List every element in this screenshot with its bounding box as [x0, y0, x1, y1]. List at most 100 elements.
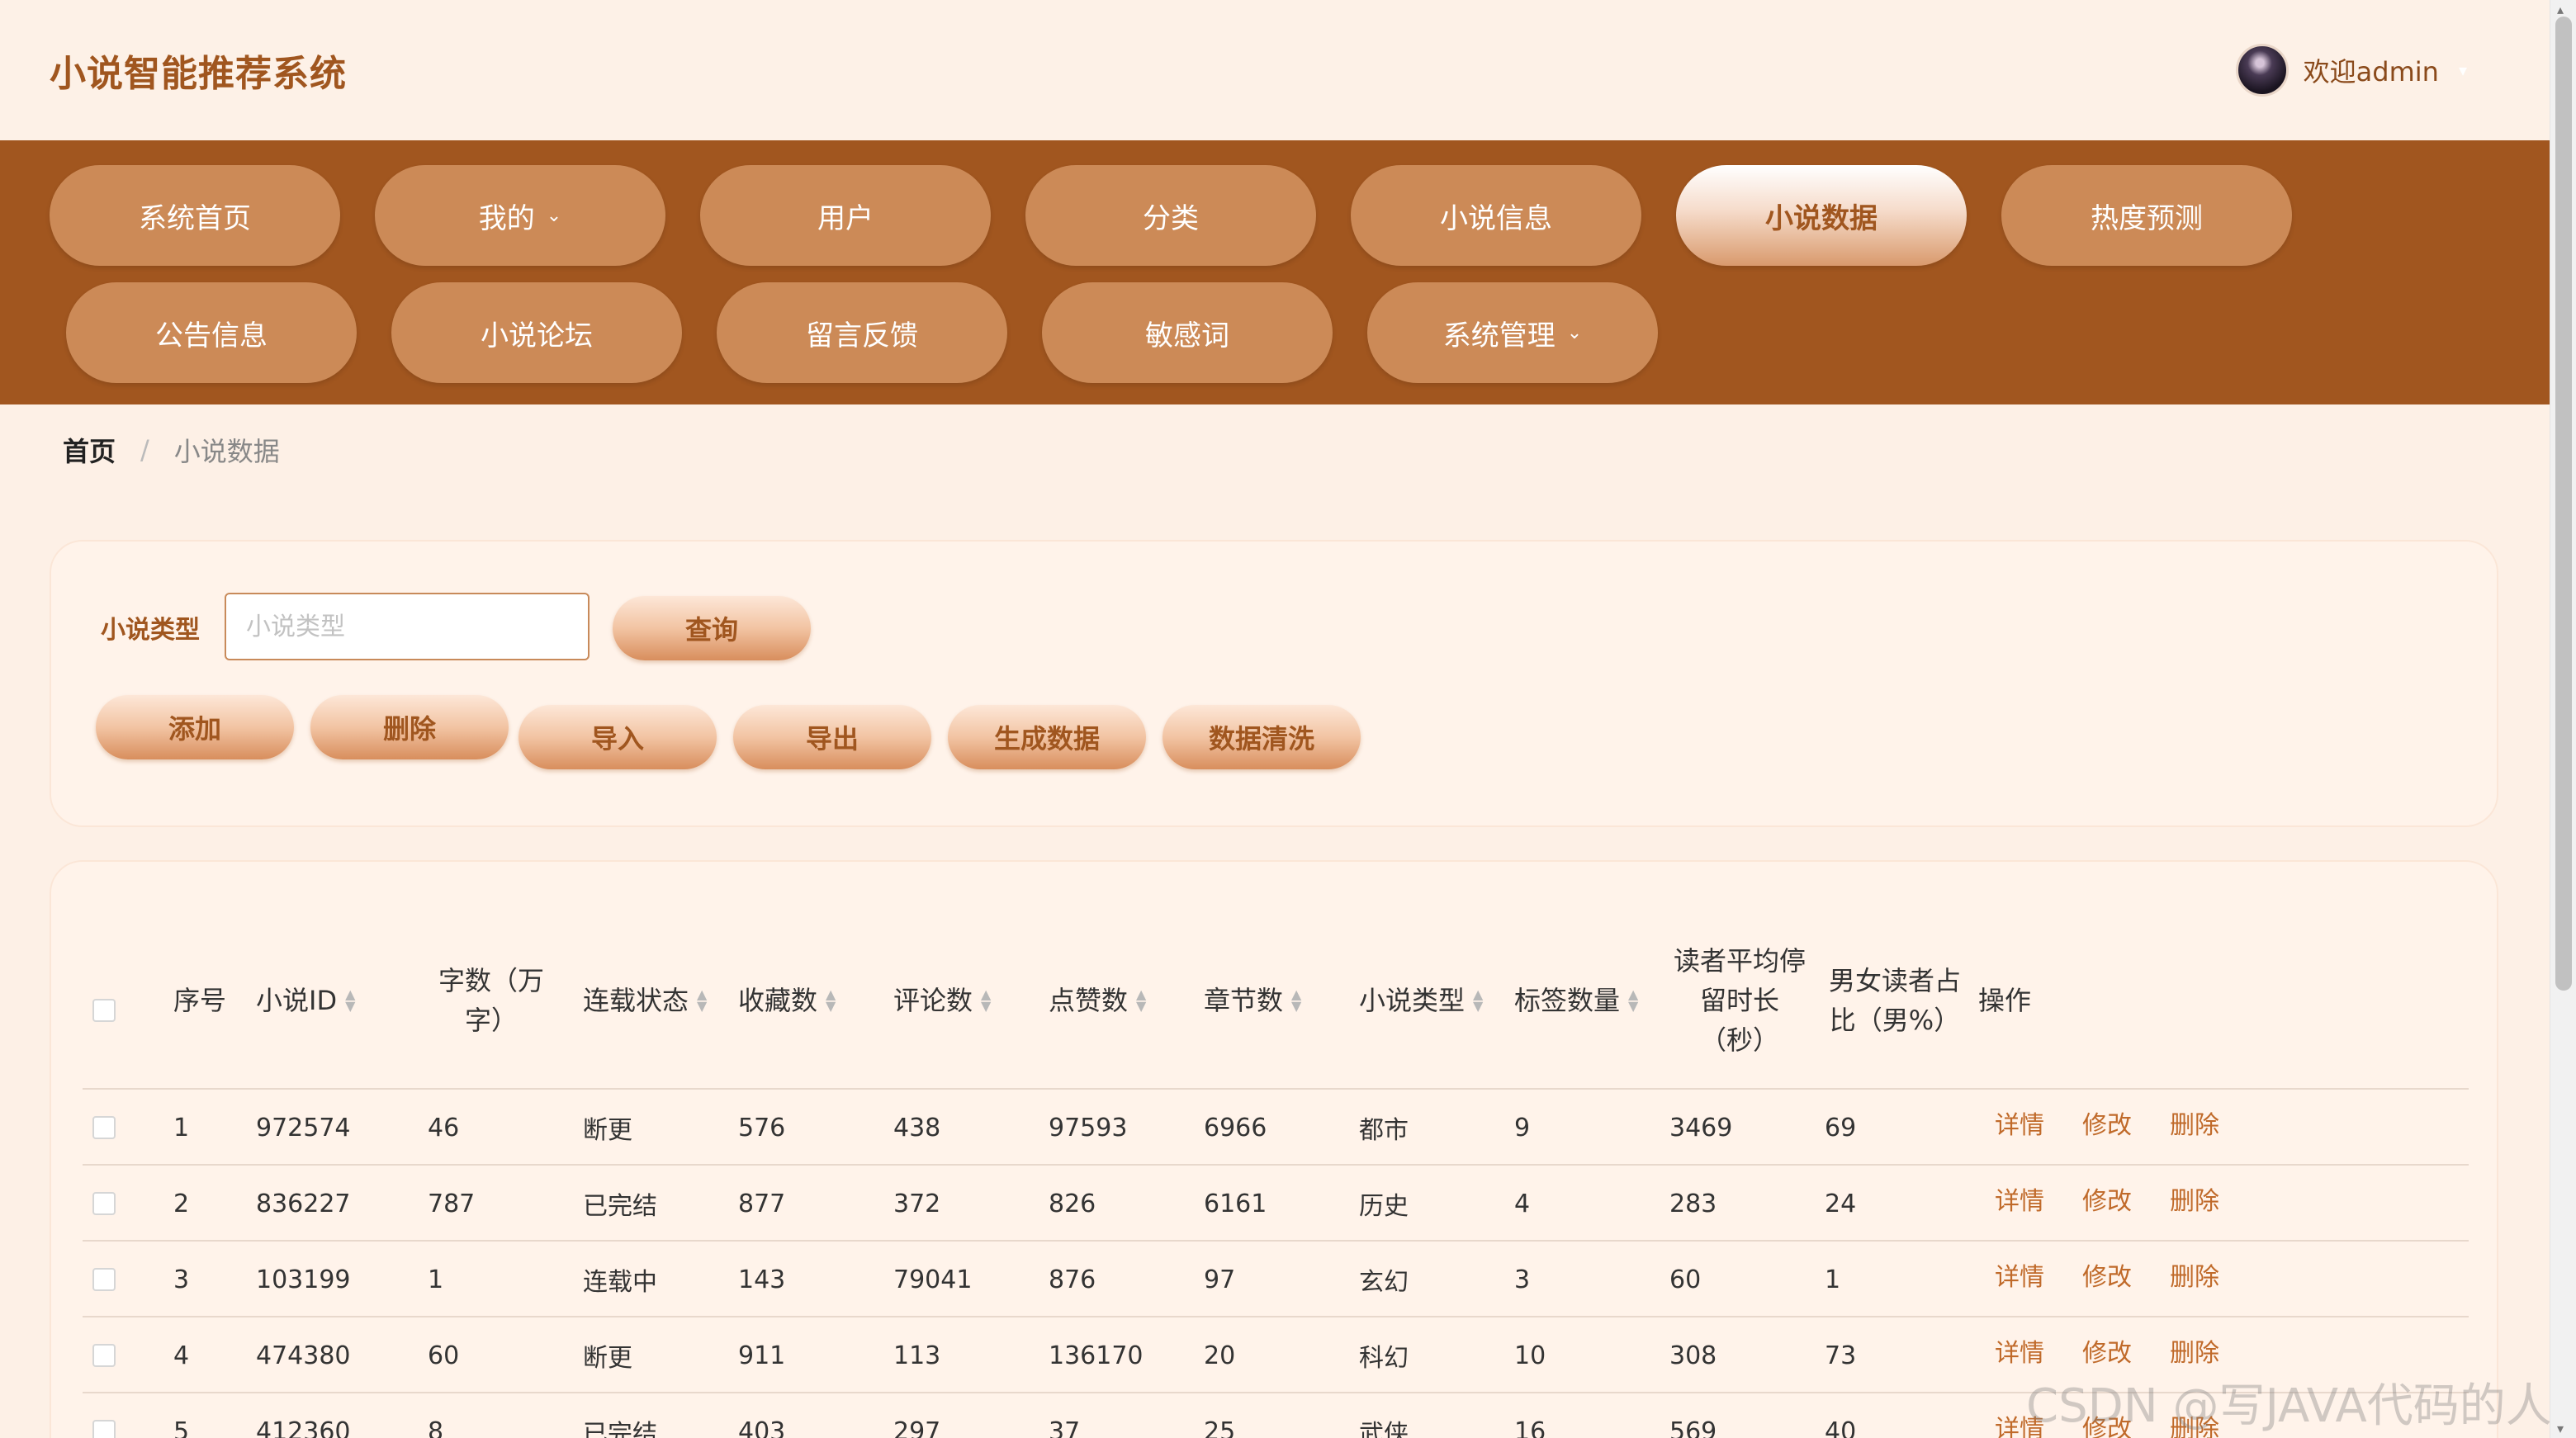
scroll-up-icon[interactable]: ▴ — [2557, 2, 2564, 17]
nav-item-users[interactable]: 用户 — [700, 165, 991, 266]
cell-avg-stay: 60 — [1669, 1265, 1702, 1294]
col-novel-id[interactable]: 小说ID ▲ ▼ — [256, 911, 355, 1090]
cell-comments: 79041 — [893, 1265, 973, 1294]
cell-novel-id: 836227 — [256, 1189, 351, 1218]
search-panel: 小说类型 查询 添加 删除 导入 导出 生成数据 数据清洗 — [50, 540, 2498, 827]
col-label: 字数（万字） — [438, 965, 544, 1036]
avatar[interactable] — [2235, 44, 2289, 97]
col-label: 章节数 — [1204, 985, 1284, 1016]
detail-link[interactable]: 详情 — [1995, 1085, 2044, 1161]
nav-item-novel-data[interactable]: 小说数据 — [1676, 165, 1967, 266]
cell-chapters: 6966 — [1204, 1113, 1267, 1142]
cell-chapters: 97 — [1204, 1265, 1236, 1294]
cell-word-count: 60 — [428, 1341, 460, 1370]
sort-icon[interactable]: ▲ ▼ — [345, 988, 355, 1013]
col-type[interactable]: 小说类型 ▲ ▼ — [1359, 911, 1483, 1090]
nav-item-novel-info[interactable]: 小说信息 — [1351, 165, 1641, 266]
cell-likes: 826 — [1049, 1189, 1096, 1218]
edit-link[interactable]: 修改 — [2082, 1313, 2132, 1388]
select-all-checkbox[interactable] — [92, 999, 116, 1022]
nav-item-system-management[interactable]: 系统管理 ⌄ — [1367, 282, 1658, 383]
detail-link[interactable]: 详情 — [1995, 1388, 2044, 1438]
breadcrumb: 首页 / 小说数据 — [63, 429, 280, 471]
row-checkbox[interactable] — [92, 1268, 116, 1291]
nav-item-feedback[interactable]: 留言反馈 — [717, 282, 1007, 383]
vertical-scrollbar[interactable]: ▴ ▾ — [2550, 0, 2576, 1438]
cell-chapters: 25 — [1204, 1417, 1236, 1438]
export-button[interactable]: 导出 — [733, 705, 931, 769]
col-label: 收藏数 — [738, 985, 818, 1016]
table-row: 1 972574 46 断更 576 438 97593 6966 都市 9 3… — [83, 1090, 2469, 1166]
col-likes[interactable]: 点赞数 ▲ ▼ — [1049, 911, 1146, 1090]
sort-icon[interactable]: ▲ ▼ — [1628, 988, 1638, 1013]
cell-index: 1 — [173, 1113, 190, 1142]
delete-button[interactable]: 删除 — [310, 695, 509, 759]
scroll-thumb[interactable] — [2555, 17, 2572, 991]
delete-link[interactable]: 删除 — [2170, 1161, 2219, 1237]
cell-word-count: 1 — [428, 1265, 444, 1294]
edit-link[interactable]: 修改 — [2082, 1237, 2132, 1313]
edit-link[interactable]: 修改 — [2082, 1085, 2132, 1161]
breadcrumb-separator: / — [140, 434, 149, 466]
col-label: 小说ID — [256, 985, 338, 1016]
nav-item-sensitive-words[interactable]: 敏感词 — [1042, 282, 1333, 383]
data-clean-button[interactable]: 数据清洗 — [1163, 705, 1361, 769]
add-button[interactable]: 添加 — [96, 695, 294, 759]
delete-link[interactable]: 删除 — [2170, 1313, 2219, 1388]
col-comments[interactable]: 评论数 ▲ ▼ — [893, 911, 991, 1090]
cell-status: 已完结 — [583, 1420, 657, 1438]
novel-type-input[interactable] — [225, 593, 590, 660]
nav-item-heat-forecast[interactable]: 热度预测 — [2001, 165, 2292, 266]
delete-link[interactable]: 删除 — [2170, 1388, 2219, 1438]
col-label: 小说类型 — [1359, 985, 1466, 1016]
detail-link[interactable]: 详情 — [1995, 1237, 2044, 1313]
cell-likes: 876 — [1049, 1265, 1096, 1294]
import-button[interactable]: 导入 — [519, 705, 717, 769]
nav-item-home[interactable]: 系统首页 — [50, 165, 340, 266]
table-row: 5 412360 8 已完结 403 297 37 25 武侠 16 569 4… — [83, 1393, 2469, 1438]
scroll-down-icon[interactable]: ▾ — [2557, 1421, 2564, 1436]
row-checkbox[interactable] — [92, 1344, 116, 1367]
col-status[interactable]: 连载状态 ▲ ▼ — [583, 911, 707, 1090]
nav-item-forum[interactable]: 小说论坛 — [391, 282, 682, 383]
row-checkbox[interactable] — [92, 1192, 116, 1215]
query-button[interactable]: 查询 — [613, 596, 811, 660]
col-tags[interactable]: 标签数量 ▲ ▼ — [1514, 911, 1638, 1090]
cell-status: 连载中 — [583, 1268, 657, 1297]
delete-link[interactable]: 删除 — [2170, 1085, 2219, 1161]
chevron-down-icon[interactable]: ▾ — [2459, 60, 2467, 80]
row-checkbox[interactable] — [92, 1116, 116, 1139]
sort-icon[interactable]: ▲ ▼ — [1291, 988, 1301, 1013]
user-menu[interactable]: 欢迎admin ▾ — [2235, 44, 2467, 97]
cell-gender-ratio: 40 — [1825, 1417, 1857, 1438]
cell-gender-ratio: 73 — [1825, 1341, 1857, 1370]
sort-icon[interactable]: ▲ ▼ — [826, 988, 836, 1013]
cell-status: 断更 — [583, 1344, 632, 1373]
edit-link[interactable]: 修改 — [2082, 1388, 2132, 1438]
cell-tags: 16 — [1514, 1417, 1546, 1438]
detail-link[interactable]: 详情 — [1995, 1313, 2044, 1388]
cell-favorites: 877 — [738, 1189, 786, 1218]
sort-icon[interactable]: ▲ ▼ — [1473, 988, 1483, 1013]
edit-link[interactable]: 修改 — [2082, 1161, 2132, 1237]
generate-data-button[interactable]: 生成数据 — [948, 705, 1146, 769]
nav-item-mine[interactable]: 我的 ⌄ — [375, 165, 665, 266]
sort-icon[interactable]: ▲ ▼ — [981, 988, 991, 1013]
col-chapters[interactable]: 章节数 ▲ ▼ — [1204, 911, 1301, 1090]
breadcrumb-home[interactable]: 首页 — [63, 431, 116, 469]
nav-item-categories[interactable]: 分类 — [1025, 165, 1316, 266]
nav-item-label: 分类 — [1143, 201, 1199, 235]
row-checkbox[interactable] — [92, 1420, 116, 1438]
col-ops: 操作 — [1978, 911, 2031, 1090]
col-favorites[interactable]: 收藏数 ▲ ▼ — [738, 911, 836, 1090]
cell-comments: 438 — [893, 1113, 941, 1142]
welcome-text[interactable]: 欢迎admin — [2304, 51, 2439, 89]
col-label: 连载状态 — [583, 985, 689, 1016]
delete-link[interactable]: 删除 — [2170, 1237, 2219, 1313]
sort-icon[interactable]: ▲ ▼ — [697, 988, 707, 1013]
detail-link[interactable]: 详情 — [1995, 1161, 2044, 1237]
top-header: 小说智能推荐系统 欢迎admin ▾ — [0, 0, 2550, 140]
page: 小说智能推荐系统 欢迎admin ▾ 系统首页 我的 ⌄ 用户 分类 小说信息 小… — [0, 0, 2576, 1438]
nav-item-announcements[interactable]: 公告信息 — [66, 282, 357, 383]
sort-icon[interactable]: ▲ ▼ — [1136, 988, 1146, 1013]
